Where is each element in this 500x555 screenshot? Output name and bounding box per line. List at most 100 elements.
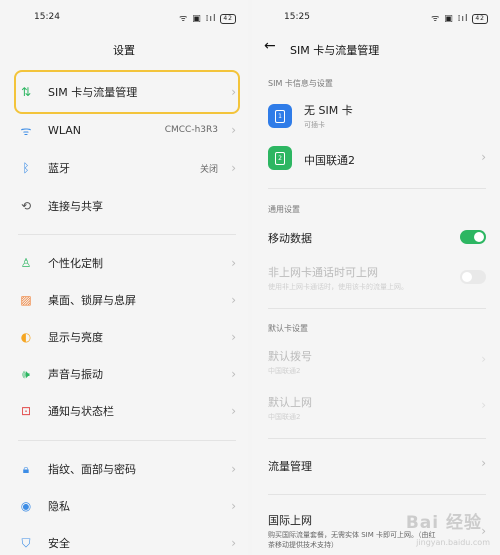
non-data-call-label: 非上网卡通话时可上网: [268, 266, 378, 279]
chevron-right-icon: ›: [231, 293, 236, 307]
settings-item-bluetooth[interactable]: ᛒ 蓝牙 关闭 ›: [0, 151, 248, 185]
settings-item-sound[interactable]: 🕪 声音与振动 ›: [0, 357, 248, 391]
non-data-call-toggle[interactable]: [460, 270, 486, 284]
default-net-value: 中国联通2: [268, 413, 301, 421]
battery-icon: 42: [220, 13, 236, 24]
settings-item-wlan[interactable]: ᯤ WLAN CMCC-h3R3 ›: [0, 113, 248, 147]
settings-panel: 15:24 ᯤ ▣ ⁞ıl 42 设置 ⇅ SIM 卡与流量管理 › ᯤ WLA…: [0, 0, 248, 555]
sim1-name: 无 SIM 卡: [304, 104, 353, 117]
default-dial-value: 中国联通2: [268, 367, 301, 375]
status-time: 15:25: [284, 12, 310, 22]
sim1-row[interactable]: 1 无 SIM 卡 可插卡: [252, 98, 500, 132]
shield-icon: ⛉: [21, 535, 31, 550]
section-header: SIM 卡信息与设置: [268, 79, 333, 88]
settings-item-share[interactable]: ⟲ 连接与共享: [0, 189, 248, 223]
settings-item-label: 桌面、锁屏与息屏: [48, 294, 136, 307]
chevron-right-icon: ›: [231, 536, 236, 550]
page-title: SIM 卡与流量管理: [290, 44, 380, 57]
chevron-right-icon: ›: [231, 367, 236, 381]
desktop-icon: ▨: [20, 293, 32, 307]
sim1-status: 可插卡: [304, 121, 325, 129]
chevron-right-icon: ›: [231, 330, 236, 344]
wlan-value: CMCC-h3R3: [164, 125, 218, 135]
status-icons: ᯤ ▣ ⁞ıl 42: [431, 11, 488, 24]
status-icons: ᯤ ▣ ⁞ıl 42: [179, 11, 236, 24]
default-net-label: 默认上网: [268, 396, 312, 409]
settings-item-desktop[interactable]: ▨ 桌面、锁屏与息屏 ›: [0, 283, 248, 317]
section-header: 默认卡设置: [268, 324, 308, 333]
chevron-right-icon: ›: [481, 398, 486, 412]
settings-item-label: WLAN: [48, 123, 82, 137]
settings-item-personalize[interactable]: ♙ 个性化定制 ›: [0, 246, 248, 280]
divider: [268, 308, 486, 309]
lock-icon: 🔒︎: [22, 461, 30, 476]
brightness-icon: ◐: [20, 330, 32, 344]
bluetooth-icon: ᛒ: [22, 161, 30, 175]
settings-item-label: 隐私: [48, 500, 70, 513]
sim2-row[interactable]: 2 中国联通2 ›: [252, 144, 500, 174]
mobile-data-toggle[interactable]: [460, 230, 486, 244]
settings-item-label: 显示与亮度: [48, 331, 103, 344]
settings-item-label: 连接与共享: [48, 200, 103, 213]
share-connect-icon: ⟲: [20, 199, 32, 213]
divider: [268, 188, 486, 189]
chevron-right-icon: ›: [231, 123, 236, 137]
back-arrow-icon[interactable]: ←: [264, 38, 276, 54]
traffic-label: 流量管理: [268, 460, 312, 473]
default-net-row[interactable]: 默认上网 中国联通2 ›: [252, 392, 500, 426]
intl-desc: 购买国际流量套餐，无需实体 SIM 卡即可上网。（由红茶移动提供技术支持）: [268, 531, 436, 549]
settings-item-sim[interactable]: ⇅ SIM 卡与流量管理 ›: [0, 75, 248, 109]
settings-item-fingerprint[interactable]: 🔒︎ 指纹、面部与密码 ›: [0, 452, 248, 486]
watermark-logo: Bai 经验: [405, 513, 482, 533]
settings-item-label: 蓝牙: [48, 162, 70, 175]
settings-item-label: 指纹、面部与密码: [48, 463, 136, 476]
chevron-right-icon: ›: [231, 256, 236, 270]
chevron-right-icon: ›: [231, 499, 236, 513]
personalize-icon: ♙: [20, 256, 32, 270]
non-data-call-row[interactable]: 非上网卡通话时可上网 使用非上网卡通话时，使用该卡的流量上网。: [252, 262, 500, 296]
speaker-icon: 🕪: [22, 366, 30, 381]
status-time: 15:24: [34, 12, 60, 22]
mobile-data-row[interactable]: 移动数据: [252, 226, 500, 248]
mobile-data-label: 移动数据: [268, 232, 312, 245]
status-bar: 15:24 ᯤ ▣ ⁞ıl 42: [0, 8, 248, 26]
divider: [268, 494, 486, 495]
section-header: 通用设置: [268, 205, 300, 214]
privacy-icon: ◉: [20, 499, 32, 513]
default-dial-row[interactable]: 默认拨号 中国联通2 ›: [252, 346, 500, 380]
status-bar: 15:25 ᯤ ▣ ⁞ıl 42: [252, 8, 500, 26]
settings-item-label: SIM 卡与流量管理: [48, 86, 138, 99]
chevron-right-icon: ›: [481, 352, 486, 366]
intl-label: 国际上网: [268, 514, 312, 527]
chevron-right-icon: ›: [231, 85, 236, 99]
settings-item-label: 安全: [48, 537, 70, 550]
sim-management-panel: 15:25 ᯤ ▣ ⁞ıl 42 ← SIM 卡与流量管理 SIM 卡信息与设置…: [252, 0, 500, 555]
sim-card-icon: 2: [268, 146, 292, 170]
sim2-name: 中国联通2: [304, 154, 355, 167]
sim-card-icon: 1: [268, 104, 292, 128]
watermark-url: jingyan.baidu.com: [416, 538, 490, 547]
settings-item-label: 个性化定制: [48, 257, 103, 270]
settings-item-label: 通知与状态栏: [48, 405, 114, 418]
default-dial-label: 默认拨号: [268, 350, 312, 363]
settings-item-privacy[interactable]: ◉ 隐私 ›: [0, 489, 248, 523]
settings-item-label: 声音与振动: [48, 368, 103, 381]
chevron-right-icon: ›: [231, 404, 236, 418]
page-title: 设置: [113, 44, 135, 57]
bluetooth-value: 关闭: [199, 164, 218, 175]
chevron-right-icon: ›: [481, 150, 486, 164]
notification-icon: ⊡: [20, 404, 32, 418]
chevron-right-icon: ›: [231, 161, 236, 175]
wifi-icon: ᯤ: [20, 123, 32, 138]
settings-item-security[interactable]: ⛉ 安全 ›: [0, 526, 248, 555]
divider: [18, 440, 236, 441]
divider: [18, 234, 236, 235]
battery-icon: 42: [472, 13, 488, 24]
settings-item-notify[interactable]: ⊡ 通知与状态栏 ›: [0, 394, 248, 428]
traffic-management-row[interactable]: 流量管理 ›: [252, 456, 500, 478]
non-data-call-desc: 使用非上网卡通话时，使用该卡的流量上网。: [268, 283, 408, 291]
settings-item-display[interactable]: ◐ 显示与亮度 ›: [0, 320, 248, 354]
sim-arrows-icon: ⇅: [20, 85, 32, 99]
divider: [268, 438, 486, 439]
chevron-right-icon: ›: [481, 456, 486, 470]
